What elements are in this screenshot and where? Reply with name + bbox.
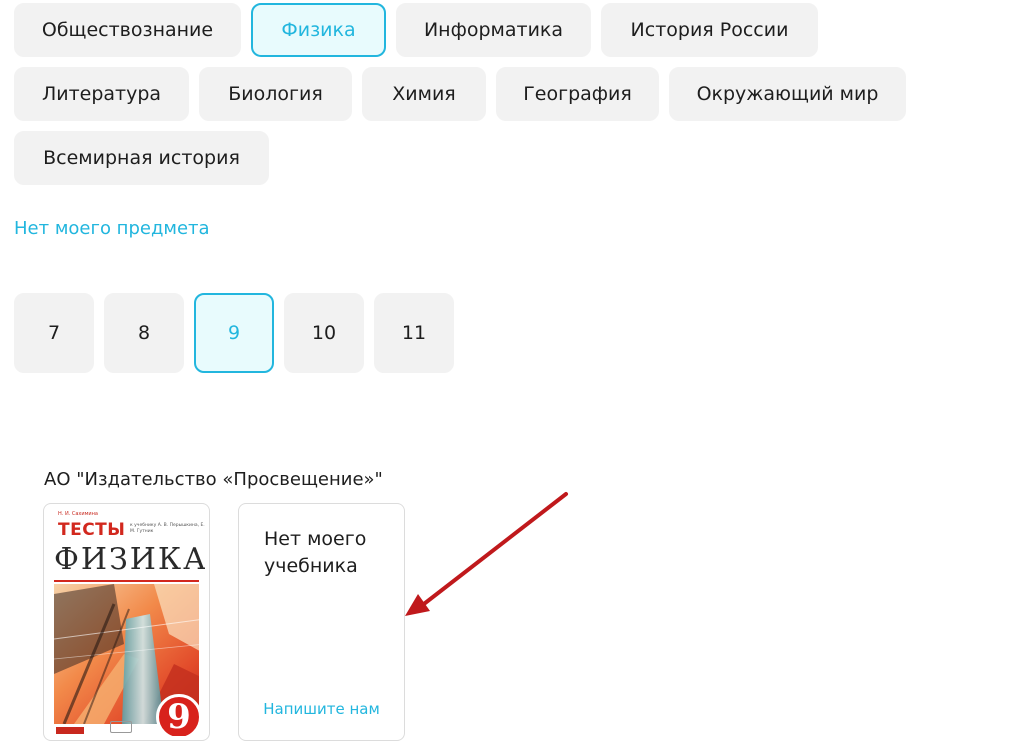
subject-chip-khimiya[interactable]: Химия [362, 67, 486, 121]
publisher-building-icon [110, 721, 132, 733]
subject-chip-istoriya-rossii[interactable]: История России [601, 3, 818, 57]
cover-grade-badge: 9 [156, 694, 202, 736]
subject-chip-okruzhayushchiy-mir[interactable]: Окружающий мир [669, 67, 906, 121]
cover-divider [54, 580, 199, 582]
subject-chip-literatura[interactable]: Литература [14, 67, 189, 121]
cover-author: Н. И. Сахимина [58, 511, 98, 517]
book-cover-image: Н. И. Сахимина ТЕСТЫ к учебнику А. В. Пе… [48, 508, 205, 736]
subject-chip-fizika[interactable]: Физика [251, 3, 386, 57]
cover-subtitle: к учебнику А. В. Перышкина, Е. М. Гутник [130, 523, 205, 534]
write-us-link[interactable]: Напишите нам [239, 700, 404, 718]
no-textbook-title: Нет моего учебника [264, 528, 367, 577]
no-subject-link[interactable]: Нет моего предмета [14, 218, 210, 239]
cover-series: ТЕСТЫ [58, 520, 126, 540]
cover-title: ФИЗИКА [54, 542, 205, 577]
book-card-fizika-testy[interactable]: Н. И. Сахимина ТЕСТЫ к учебнику А. В. Пе… [43, 503, 210, 741]
publisher-heading: АО "Издательство «Просвещение»" [44, 469, 383, 490]
subject-chip-vsemirnaya-istoriya[interactable]: Всемирная история [14, 131, 269, 185]
subject-chip-geografiya[interactable]: География [496, 67, 659, 121]
grade-chip-9[interactable]: 9 [194, 293, 274, 373]
no-textbook-card[interactable]: Нет моего учебника Напишите нам [238, 503, 405, 741]
grade-chip-11[interactable]: 11 [374, 293, 454, 373]
publisher-logo [56, 727, 84, 734]
subject-chip-biologiya[interactable]: Биология [199, 67, 352, 121]
grade-chip-10[interactable]: 10 [284, 293, 364, 373]
subject-chip-obshchestvoznanie[interactable]: Обществознание [14, 3, 241, 57]
grade-chip-8[interactable]: 8 [104, 293, 184, 373]
grade-chip-7[interactable]: 7 [14, 293, 94, 373]
subject-chip-informatika[interactable]: Информатика [396, 3, 591, 57]
